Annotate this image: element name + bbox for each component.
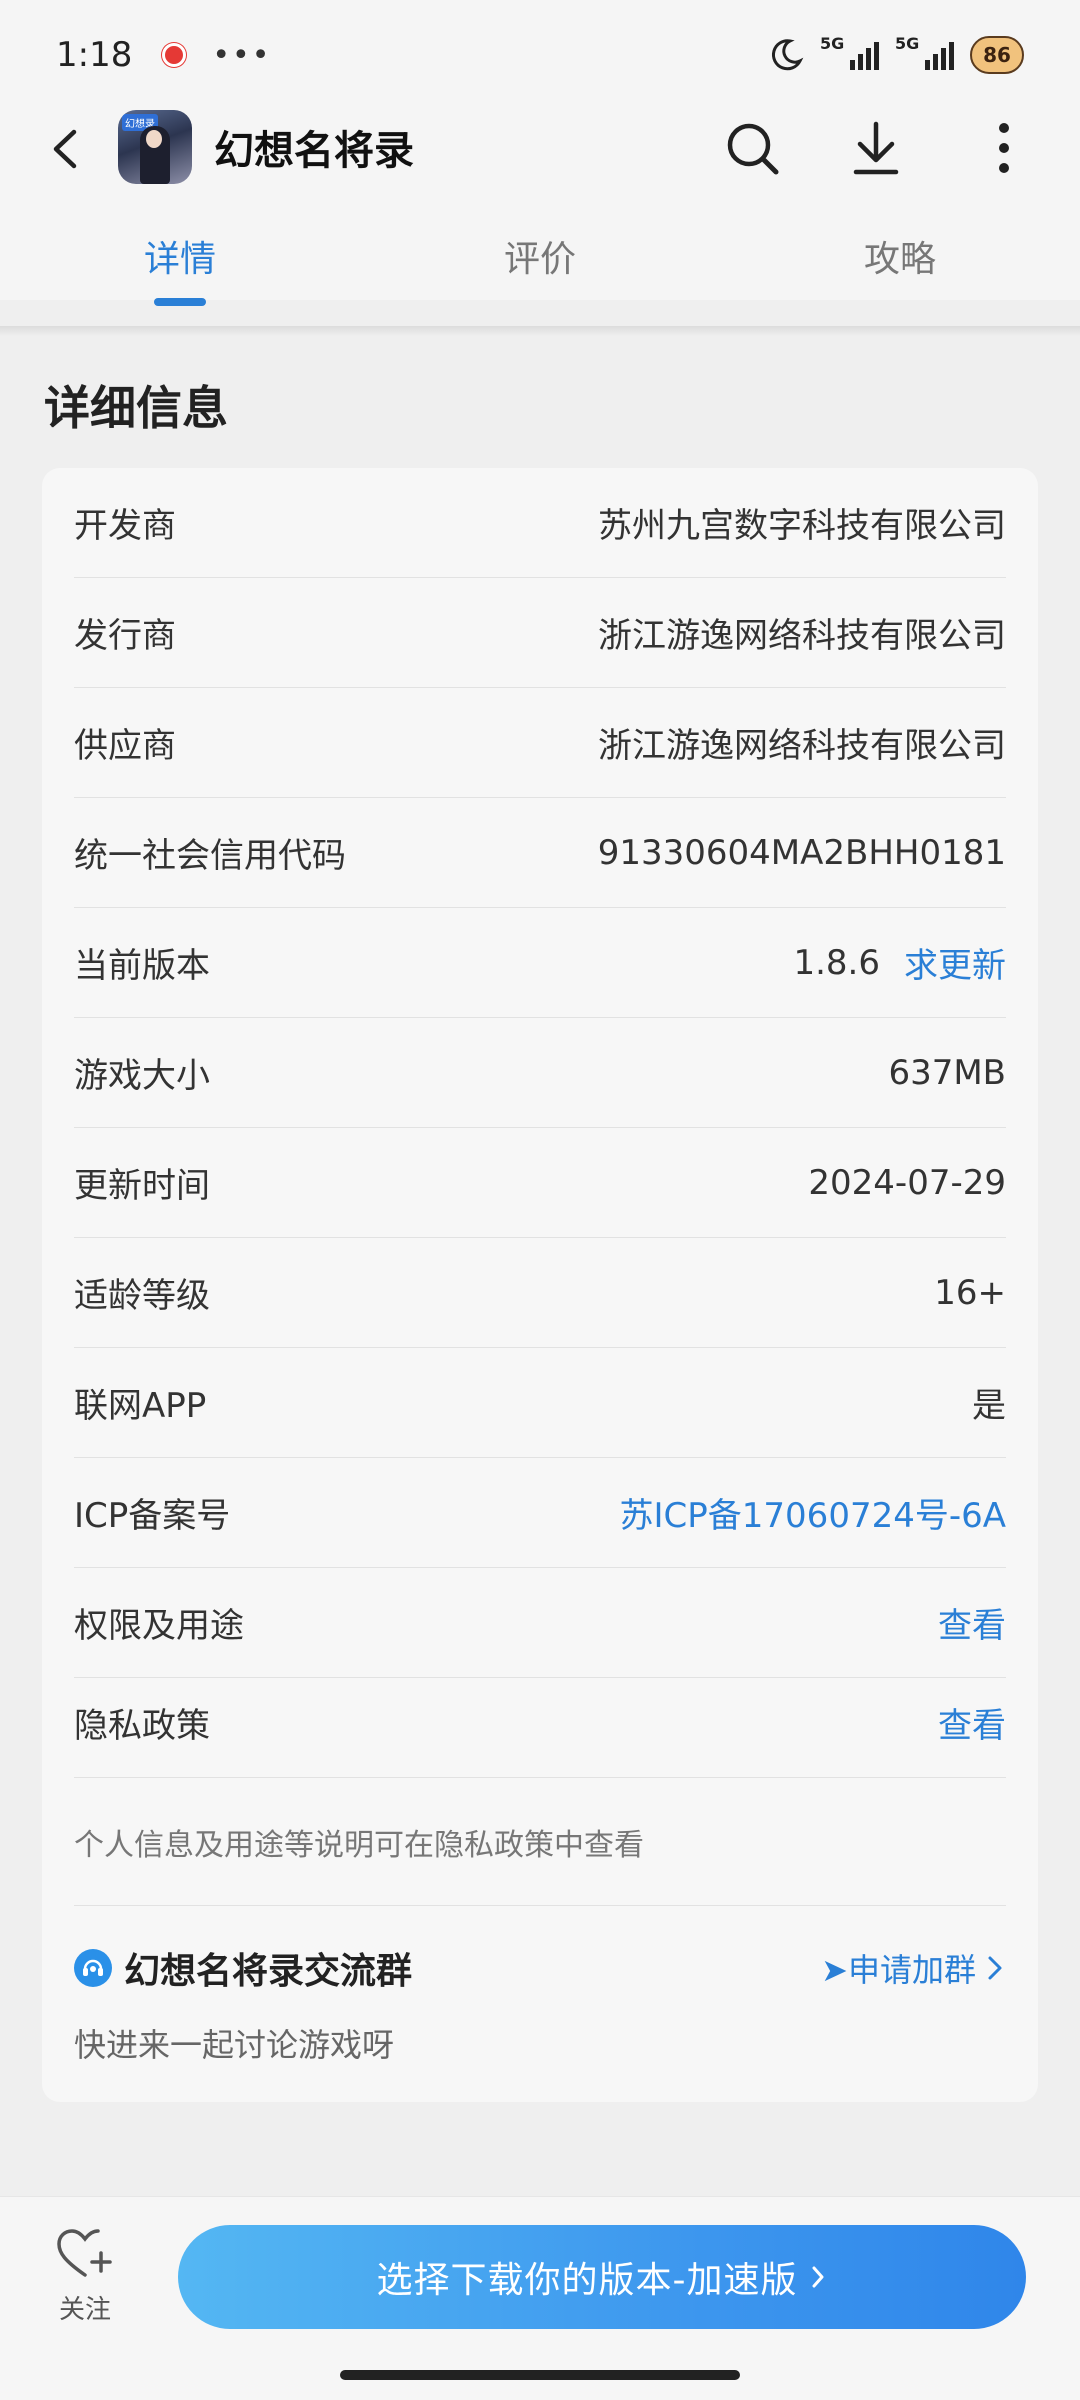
- detail-row-icp: ICP备案号 苏ICP备17060724号-6A: [74, 1458, 1006, 1568]
- heart-plus-icon: [57, 2229, 112, 2277]
- search-icon[interactable]: [722, 118, 782, 178]
- tab-guides[interactable]: 攻略: [800, 230, 1000, 282]
- view-permissions-link[interactable]: 查看: [938, 1598, 1006, 1647]
- status-bar: 1:18 ••• 5G 5G 86: [0, 0, 1080, 110]
- detail-label: 开发商: [74, 506, 176, 546]
- detail-row-credit-code: 统一社会信用代码 91330604MA2BHH0181: [74, 798, 1006, 908]
- moon-icon: [771, 39, 804, 71]
- battery-icon: 86: [970, 36, 1024, 74]
- header-divider: [0, 326, 1080, 336]
- detail-row-age-rating: 适龄等级 16+: [74, 1238, 1006, 1348]
- app-title: 幻想名将录: [214, 128, 414, 174]
- privacy-note: 个人信息及用途等说明可在隐私政策中查看: [74, 1778, 1006, 1906]
- detail-row-online-app: 联网APP 是: [74, 1348, 1006, 1458]
- detail-label: 游戏大小: [74, 1056, 210, 1096]
- community-group-row[interactable]: 幻想名将录交流群 ➤申请加群: [74, 1938, 1006, 1998]
- more-notifications-icon: •••: [212, 37, 272, 73]
- join-group-button[interactable]: ➤申请加群: [821, 1945, 1006, 1991]
- download-icon[interactable]: [846, 118, 906, 178]
- privacy-note-text: 个人信息及用途等说明可在隐私政策中查看: [74, 1827, 644, 1863]
- back-icon[interactable]: [42, 124, 92, 174]
- tab-bar: 详情 评价 攻略: [0, 230, 1080, 306]
- version-number: 1.8.6: [793, 942, 880, 983]
- detail-row-developer: 开发商 苏州九宫数字科技有限公司: [74, 468, 1006, 578]
- detail-value: 浙江游逸网络科技有限公司: [598, 616, 1006, 656]
- status-time: 1:18: [56, 35, 133, 75]
- headset-icon: [74, 1949, 112, 1987]
- detail-value: 91330604MA2BHH0181: [597, 832, 1006, 873]
- detail-label: 发行商: [74, 616, 176, 656]
- detail-value: 637MB: [888, 1052, 1006, 1093]
- detail-label: 联网APP: [74, 1386, 207, 1426]
- detail-row-publisher: 发行商 浙江游逸网络科技有限公司: [74, 578, 1006, 688]
- chevron-right-icon: [988, 1956, 1002, 1980]
- tab-details[interactable]: 详情: [80, 230, 280, 282]
- detail-label: ICP备案号: [74, 1496, 231, 1536]
- details-card: 开发商 苏州九宫数字科技有限公司 发行商 浙江游逸网络科技有限公司 供应商 浙江…: [42, 468, 1038, 2102]
- detail-row-supplier: 供应商 浙江游逸网络科技有限公司: [74, 688, 1006, 798]
- detail-row-permissions: 权限及用途 查看: [74, 1568, 1006, 1678]
- home-indicator[interactable]: [340, 2370, 740, 2380]
- join-group-label: ➤申请加群: [821, 1951, 976, 1989]
- app-header: 幻想录 幻想名将录 详情 评价 攻略: [0, 110, 1080, 306]
- detail-row-privacy: 隐私政策 查看: [74, 1668, 1006, 1778]
- download-version-button[interactable]: 选择下载你的版本-加速版: [178, 2225, 1026, 2329]
- follow-button[interactable]: 关注: [40, 2227, 130, 2326]
- tab-indicator: [154, 298, 206, 306]
- group-title: 幻想名将录交流群: [124, 1951, 413, 1992]
- detail-value: 16+: [934, 1272, 1006, 1313]
- signal-icon: 5G: [820, 34, 879, 70]
- detail-label: 权限及用途: [74, 1606, 244, 1646]
- detail-value: 苏州九宫数字科技有限公司: [598, 506, 1006, 546]
- detail-label: 统一社会信用代码: [74, 836, 346, 876]
- detail-label: 隐私政策: [74, 1706, 210, 1746]
- detail-value: 2024-07-29: [808, 1162, 1006, 1203]
- detail-label: 更新时间: [74, 1166, 210, 1206]
- notification-icon: [162, 43, 187, 67]
- request-update-link[interactable]: 求更新: [904, 938, 1006, 987]
- icp-link[interactable]: 苏ICP备17060724号-6A: [620, 1488, 1006, 1537]
- detail-row-update-time: 更新时间 2024-07-29: [74, 1128, 1006, 1238]
- app-logo: 幻想录: [118, 110, 192, 184]
- chevron-right-icon: [812, 2266, 823, 2288]
- detail-label: 供应商: [74, 726, 176, 766]
- follow-label: 关注: [58, 2295, 111, 2325]
- tab-reviews[interactable]: 评价: [440, 230, 640, 282]
- group-subtitle: 快进来一起讨论游戏呀: [74, 2026, 395, 2064]
- detail-label: 当前版本: [74, 946, 210, 986]
- download-version-label: 选择下载你的版本-加速版: [376, 2260, 798, 2301]
- detail-row-version: 当前版本 1.8.6 求更新: [74, 908, 1006, 1018]
- view-privacy-link[interactable]: 查看: [938, 1698, 1006, 1747]
- status-indicators: 5G 5G 86: [768, 34, 1024, 74]
- detail-row-size: 游戏大小 637MB: [74, 1018, 1006, 1128]
- section-title: 详细信息: [44, 381, 228, 435]
- more-vertical-icon[interactable]: [976, 118, 1036, 178]
- detail-value: 是: [972, 1386, 1006, 1426]
- detail-label: 适龄等级: [74, 1276, 210, 1316]
- detail-value: 浙江游逸网络科技有限公司: [598, 726, 1006, 766]
- detail-value: 1.8.6 求更新: [793, 938, 1006, 987]
- signal-icon: 5G: [895, 34, 954, 70]
